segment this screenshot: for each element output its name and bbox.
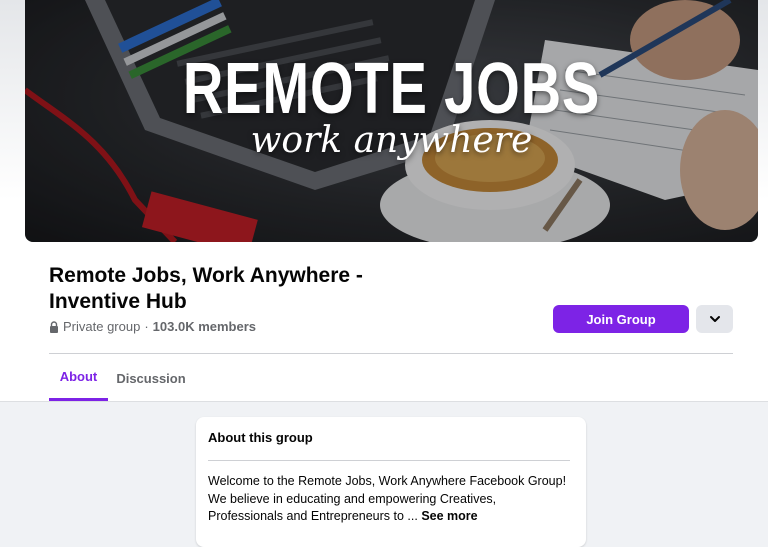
join-group-button[interactable]: Join Group: [553, 305, 689, 333]
tab-about[interactable]: About: [49, 355, 108, 401]
about-card-title: About this group: [208, 430, 313, 445]
meta-separator: ·: [144, 319, 149, 334]
lock-icon: [50, 320, 58, 333]
member-count[interactable]: 103.0K members: [153, 319, 256, 334]
chevron-down-icon: [709, 316, 720, 322]
tabs-bottom-border: [0, 401, 768, 402]
cover-photo[interactable]: REMOTE JOBS work anywhere: [25, 0, 758, 242]
group-meta: Private group · 103.0K members: [49, 319, 256, 334]
cover-title: REMOTE JOBS: [182, 49, 601, 129]
privacy-label: Private group: [63, 319, 141, 334]
see-more-link[interactable]: See more: [421, 509, 477, 523]
about-card-divider: [208, 460, 570, 461]
about-description-text: Welcome to the Remote Jobs, Work Anywher…: [208, 474, 567, 523]
header-divider: [49, 353, 733, 354]
group-title: Remote Jobs, Work Anywhere - Inventive H…: [49, 264, 363, 313]
more-options-button[interactable]: [696, 305, 733, 333]
tab-discussion[interactable]: Discussion: [112, 355, 190, 401]
cover-subtitle: work anywhere: [250, 120, 533, 161]
about-description: Welcome to the Remote Jobs, Work Anywher…: [208, 473, 574, 526]
